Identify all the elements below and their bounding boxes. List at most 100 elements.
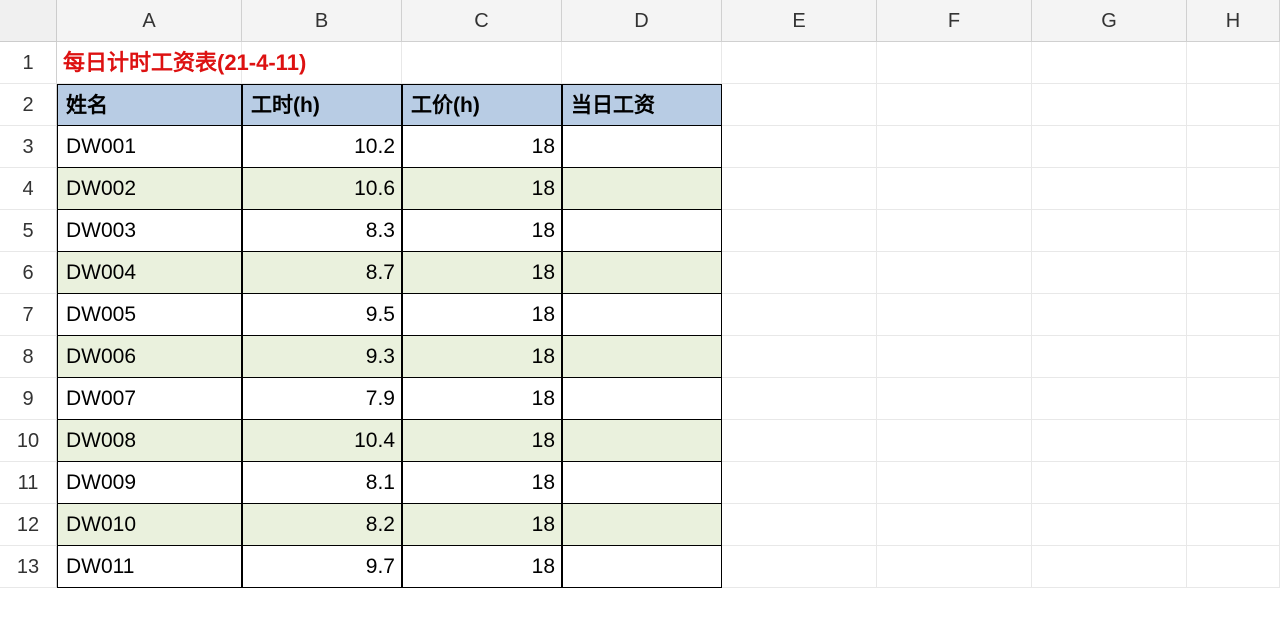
cell[interactable]	[242, 42, 402, 84]
table-cell-name[interactable]: DW006	[57, 336, 242, 378]
table-cell-name[interactable]: DW009	[57, 462, 242, 504]
table-header[interactable]: 工价(h)	[402, 84, 562, 126]
cell[interactable]	[1032, 462, 1187, 504]
cell[interactable]	[877, 504, 1032, 546]
table-header[interactable]: 工时(h)	[242, 84, 402, 126]
cell[interactable]	[877, 84, 1032, 126]
cell[interactable]	[1187, 84, 1280, 126]
table-cell-hours[interactable]: 8.2	[242, 504, 402, 546]
table-cell-hours[interactable]: 10.4	[242, 420, 402, 462]
spreadsheet-grid[interactable]: ABCDEFGH1每日计时工资表(21-4-11)2姓名工时(h)工价(h)当日…	[0, 0, 1280, 588]
table-cell-name[interactable]: DW010	[57, 504, 242, 546]
table-cell-hours[interactable]: 10.2	[242, 126, 402, 168]
table-cell-hours[interactable]: 8.7	[242, 252, 402, 294]
row-header-7[interactable]: 7	[0, 294, 57, 336]
row-header-6[interactable]: 6	[0, 252, 57, 294]
table-cell-name[interactable]: DW004	[57, 252, 242, 294]
table-cell-wage[interactable]	[562, 294, 722, 336]
cell[interactable]	[722, 84, 877, 126]
cell[interactable]	[402, 42, 562, 84]
table-cell-wage[interactable]	[562, 210, 722, 252]
cell[interactable]	[1187, 546, 1280, 588]
row-header-8[interactable]: 8	[0, 336, 57, 378]
cell[interactable]	[1032, 420, 1187, 462]
table-cell-wage[interactable]	[562, 126, 722, 168]
column-header-B[interactable]: B	[242, 0, 402, 42]
table-cell-wage[interactable]	[562, 420, 722, 462]
cell[interactable]	[877, 168, 1032, 210]
row-header-9[interactable]: 9	[0, 378, 57, 420]
cell[interactable]	[1187, 462, 1280, 504]
cell[interactable]	[1187, 210, 1280, 252]
table-cell-wage[interactable]	[562, 168, 722, 210]
table-cell-name[interactable]: DW011	[57, 546, 242, 588]
cell[interactable]	[1187, 504, 1280, 546]
table-cell-name[interactable]: DW007	[57, 378, 242, 420]
cell[interactable]	[1032, 294, 1187, 336]
column-header-G[interactable]: G	[1032, 0, 1187, 42]
table-cell-wage[interactable]	[562, 252, 722, 294]
table-cell-hours[interactable]: 8.3	[242, 210, 402, 252]
row-header-2[interactable]: 2	[0, 84, 57, 126]
page-title[interactable]: 每日计时工资表(21-4-11)	[57, 42, 242, 84]
cell[interactable]	[1032, 546, 1187, 588]
table-cell-rate[interactable]: 18	[402, 210, 562, 252]
table-cell-hours[interactable]: 9.7	[242, 546, 402, 588]
table-cell-name[interactable]: DW005	[57, 294, 242, 336]
cell[interactable]	[1032, 168, 1187, 210]
column-header-H[interactable]: H	[1187, 0, 1280, 42]
cell[interactable]	[722, 168, 877, 210]
cell[interactable]	[877, 336, 1032, 378]
cell[interactable]	[1032, 378, 1187, 420]
cell[interactable]	[1187, 168, 1280, 210]
cell[interactable]	[722, 210, 877, 252]
table-cell-rate[interactable]: 18	[402, 294, 562, 336]
cell[interactable]	[877, 210, 1032, 252]
table-cell-rate[interactable]: 18	[402, 504, 562, 546]
row-header-4[interactable]: 4	[0, 168, 57, 210]
column-header-A[interactable]: A	[57, 0, 242, 42]
cell[interactable]	[1032, 126, 1187, 168]
cell[interactable]	[877, 252, 1032, 294]
cell[interactable]	[722, 378, 877, 420]
table-cell-rate[interactable]: 18	[402, 420, 562, 462]
table-cell-rate[interactable]: 18	[402, 252, 562, 294]
row-header-10[interactable]: 10	[0, 420, 57, 462]
table-cell-hours[interactable]: 7.9	[242, 378, 402, 420]
cell[interactable]	[722, 126, 877, 168]
table-cell-rate[interactable]: 18	[402, 546, 562, 588]
cell[interactable]	[1032, 504, 1187, 546]
cell[interactable]	[1032, 210, 1187, 252]
cell[interactable]	[722, 504, 877, 546]
table-cell-hours[interactable]: 9.3	[242, 336, 402, 378]
table-cell-wage[interactable]	[562, 546, 722, 588]
row-header-11[interactable]: 11	[0, 462, 57, 504]
cell[interactable]	[877, 42, 1032, 84]
cell[interactable]	[877, 126, 1032, 168]
cell[interactable]	[1187, 420, 1280, 462]
row-header-13[interactable]: 13	[0, 546, 57, 588]
table-cell-rate[interactable]: 18	[402, 378, 562, 420]
table-cell-rate[interactable]: 18	[402, 336, 562, 378]
cell[interactable]	[877, 462, 1032, 504]
table-cell-wage[interactable]	[562, 336, 722, 378]
column-header-F[interactable]: F	[877, 0, 1032, 42]
cell[interactable]	[722, 42, 877, 84]
table-cell-name[interactable]: DW001	[57, 126, 242, 168]
cell[interactable]	[1032, 42, 1187, 84]
cell[interactable]	[562, 42, 722, 84]
cell[interactable]	[1032, 84, 1187, 126]
cell[interactable]	[722, 420, 877, 462]
cell[interactable]	[1187, 42, 1280, 84]
cell[interactable]	[1032, 336, 1187, 378]
column-header-E[interactable]: E	[722, 0, 877, 42]
row-header-5[interactable]: 5	[0, 210, 57, 252]
table-header[interactable]: 姓名	[57, 84, 242, 126]
table-cell-wage[interactable]	[562, 462, 722, 504]
cell[interactable]	[877, 546, 1032, 588]
cell[interactable]	[722, 546, 877, 588]
cell[interactable]	[1187, 294, 1280, 336]
table-cell-wage[interactable]	[562, 378, 722, 420]
column-header-C[interactable]: C	[402, 0, 562, 42]
table-cell-name[interactable]: DW002	[57, 168, 242, 210]
